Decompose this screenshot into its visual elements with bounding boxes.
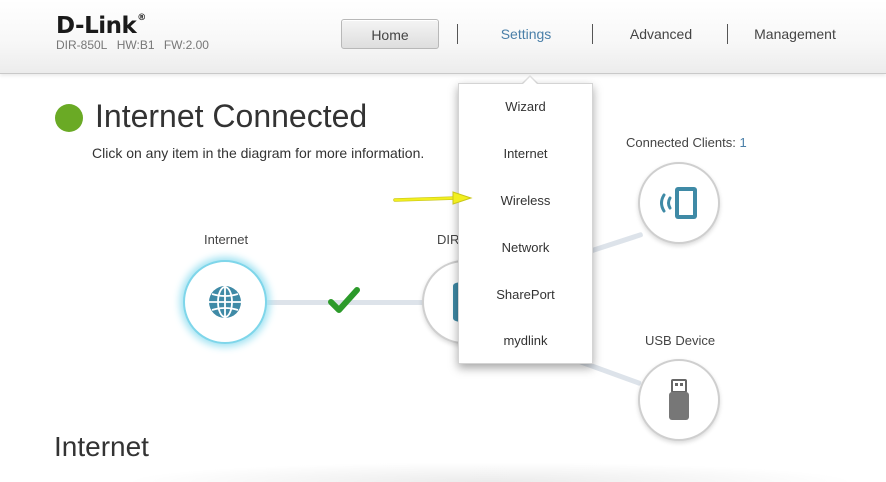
menu-item-network[interactable]: Network <box>459 233 592 263</box>
nav-management[interactable]: Management <box>740 19 850 49</box>
connected-clients-label: Connected Clients: 1 <box>626 135 747 150</box>
nav-settings[interactable]: Settings <box>470 19 582 49</box>
globe-icon <box>209 286 241 318</box>
logo-text: D-Link <box>56 13 137 39</box>
connection-status-indicator <box>55 104 83 132</box>
model-text: DIR-850L <box>56 38 108 52</box>
settings-dropdown-menu: Wizard Internet Wireless Network SharePo… <box>458 83 593 364</box>
device-info: DIR-850L HW:B1 FW:2.00 <box>56 38 215 52</box>
nav-home[interactable]: Home <box>341 19 439 49</box>
dropdown-caret-inner <box>522 77 538 85</box>
connected-clients-count: 1 <box>739 135 747 150</box>
nav-divider <box>727 24 728 44</box>
status-title: Internet Connected <box>95 98 368 134</box>
menu-item-internet[interactable]: Internet <box>459 139 592 169</box>
menu-item-wireless[interactable]: Wireless <box>459 186 592 216</box>
internet-node-label: Internet <box>204 232 249 247</box>
wireless-device-icon <box>660 187 697 219</box>
hardware-version: HW:B1 <box>116 38 155 52</box>
menu-item-wizard[interactable]: Wizard <box>459 92 592 122</box>
nav-divider <box>457 24 458 44</box>
checkmark-icon <box>328 287 360 313</box>
firmware-version: FW:2.00 <box>163 38 209 52</box>
menu-item-shareport[interactable]: SharePort <box>459 280 592 310</box>
connected-clients-node[interactable] <box>638 162 720 244</box>
top-header: D-Link® DIR-850L HW:B1 FW:2.00 Home Sett… <box>0 0 886 74</box>
section-divider-shadow <box>120 462 860 482</box>
usb-device-node[interactable] <box>638 359 720 441</box>
router-node-label: DIR <box>437 232 460 247</box>
section-title: Internet <box>54 431 149 462</box>
nav-divider <box>592 24 593 44</box>
status-hint: Click on any item in the diagram for mor… <box>92 145 425 161</box>
dlink-logo: D-Link® <box>56 13 146 39</box>
pointer-arrow-icon <box>393 191 473 205</box>
logo-registered-mark: ® <box>137 13 146 23</box>
nav-advanced[interactable]: Advanced <box>605 19 717 49</box>
internet-node[interactable] <box>183 260 267 344</box>
usb-device-label: USB Device <box>645 333 716 348</box>
connected-clients-text: Connected Clients: <box>626 135 736 150</box>
menu-item-mydlink[interactable]: mydlink <box>459 326 592 356</box>
usb-drive-icon <box>669 379 689 420</box>
